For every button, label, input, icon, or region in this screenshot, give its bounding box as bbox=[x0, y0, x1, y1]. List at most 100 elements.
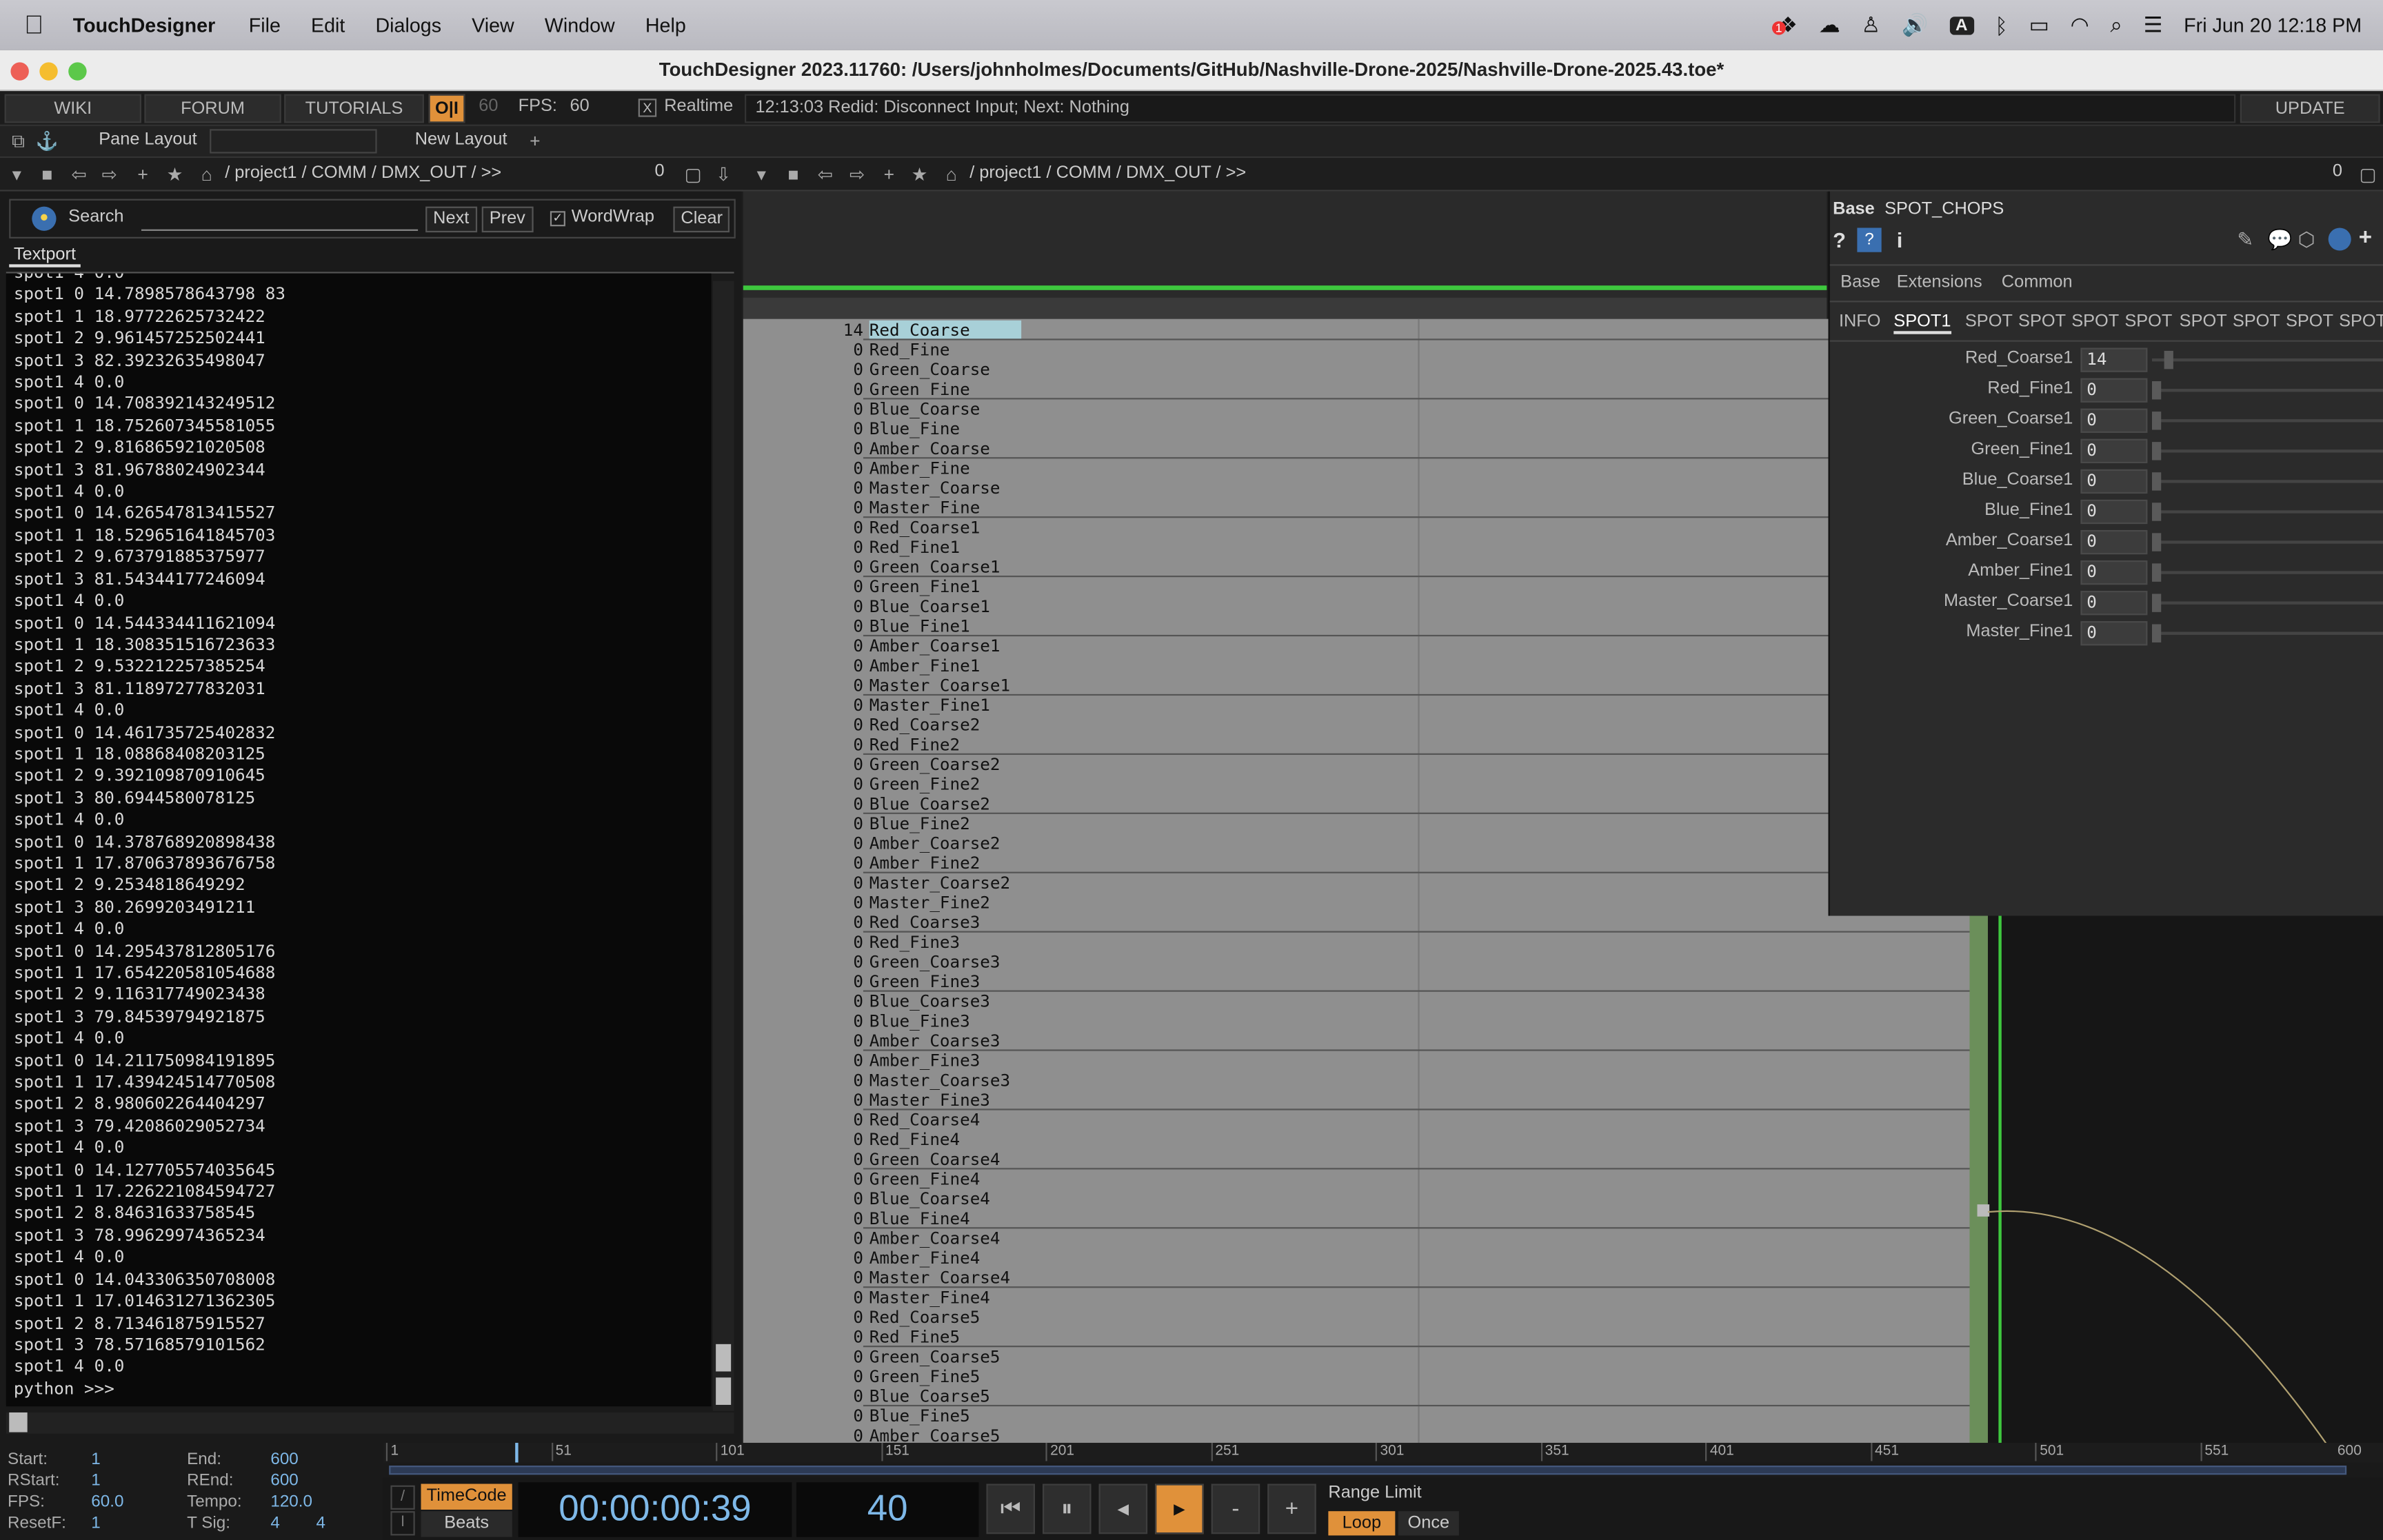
param-slider-knob[interactable] bbox=[2152, 533, 2162, 551]
pane-menu-icon[interactable]: ▾ bbox=[5, 163, 29, 187]
cloud-sync-icon[interactable]: ☁ bbox=[1819, 12, 1840, 38]
channel-row[interactable]: 0 Red_Coarse5 bbox=[743, 1308, 1970, 1328]
channel-row[interactable]: 0 Amber_Fine1 bbox=[743, 656, 1970, 676]
timecode-display[interactable]: 00:00:00:39 bbox=[518, 1482, 792, 1537]
channel-row[interactable]: 0 Green_Coarse1 bbox=[743, 558, 1970, 578]
pane-menu-icon-right[interactable]: ▾ bbox=[750, 163, 774, 187]
channel-row[interactable]: 0 Red_Coarse4 bbox=[743, 1108, 1970, 1130]
channel-row[interactable]: 0 Blue_Fine1 bbox=[743, 616, 1970, 636]
fps-value[interactable]: 60.0 bbox=[91, 1493, 123, 1511]
channel-row[interactable]: 0 Red_Coarse3 bbox=[743, 913, 1970, 933]
forum-button[interactable]: FORUM bbox=[144, 94, 281, 123]
tsig-value-a[interactable]: 4 bbox=[270, 1514, 280, 1532]
bookmark-star-icon[interactable]: ★ bbox=[163, 163, 187, 187]
wifi-icon[interactable]: ◠ bbox=[2071, 12, 2089, 38]
op-name[interactable]: SPOT_CHOPS bbox=[1884, 201, 2004, 219]
start-value[interactable]: 1 bbox=[91, 1450, 101, 1468]
range-bar[interactable] bbox=[389, 1466, 2347, 1475]
add-icon[interactable]: + bbox=[131, 163, 155, 187]
fps-cap[interactable]: 60 bbox=[479, 97, 498, 115]
forward-icon-right[interactable]: ⇨ bbox=[845, 163, 869, 187]
param-slider-knob[interactable] bbox=[2152, 412, 2162, 430]
channel-row[interactable]: 0 Amber_Coarse3 bbox=[743, 1031, 1970, 1051]
hscroll-left-arrow[interactable] bbox=[9, 1412, 28, 1432]
param-value-field[interactable]: 0 bbox=[2080, 499, 2148, 525]
channel-row[interactable]: 0 Blue_Fine4 bbox=[743, 1209, 1970, 1229]
frame-display[interactable]: 40 bbox=[796, 1482, 979, 1537]
menu-window[interactable]: Window bbox=[530, 14, 630, 37]
param-value-field[interactable]: 0 bbox=[2080, 591, 2148, 616]
param-slider[interactable] bbox=[2152, 480, 2383, 483]
accessibility-icon[interactable]: ♙ bbox=[1861, 12, 1880, 38]
param-slider[interactable] bbox=[2152, 540, 2383, 544]
perform-mode-toggle[interactable]: O|I bbox=[428, 94, 465, 123]
param-slider-knob[interactable] bbox=[2152, 594, 2162, 612]
param-value-field[interactable]: 0 bbox=[2080, 408, 2148, 433]
channel-row[interactable]: 0 Master_Coarse4 bbox=[743, 1268, 1970, 1288]
step-plus-button[interactable]: + bbox=[1267, 1483, 1316, 1534]
channel-row[interactable]: 0 Amber_Coarse1 bbox=[743, 634, 1970, 656]
clear-button[interactable]: Clear bbox=[673, 206, 731, 233]
minimize-window-button[interactable] bbox=[39, 62, 58, 81]
channel-row[interactable]: 0 Blue_Fine5 bbox=[743, 1404, 1970, 1426]
param-slider[interactable] bbox=[2152, 631, 2383, 635]
channel-row[interactable]: 0 Amber_Fine bbox=[743, 457, 1970, 478]
param-tab-spot[interactable]: SPOT bbox=[1965, 313, 2013, 331]
channel-row[interactable]: 14 Red_Coarse bbox=[743, 320, 1970, 341]
menu-file[interactable]: File bbox=[234, 14, 296, 37]
layout-presets[interactable] bbox=[210, 129, 377, 154]
channel-row[interactable]: 0 Green_Coarse5 bbox=[743, 1346, 1970, 1367]
channel-row[interactable]: 0 Blue_Coarse2 bbox=[743, 794, 1970, 814]
param-tab-info[interactable]: INFO bbox=[1839, 313, 1881, 331]
channel-row[interactable]: 0 Red_Coarse1 bbox=[743, 516, 1970, 538]
update-button[interactable]: UPDATE bbox=[2240, 94, 2380, 123]
tutorials-button[interactable]: TUTORIALS bbox=[284, 94, 424, 123]
layout-icon[interactable]: ⧉ bbox=[6, 129, 30, 153]
channel-row[interactable]: 0 Green_Coarse3 bbox=[743, 952, 1970, 972]
back-icon-right[interactable]: ⇦ bbox=[813, 163, 837, 187]
info-icon[interactable]: i bbox=[1897, 227, 1903, 252]
param-tab-spot[interactable]: SPOT bbox=[2180, 313, 2227, 331]
right-pane-path[interactable]: / project1 / COMM / DMX_OUT / >> bbox=[969, 164, 1246, 182]
param-value-field[interactable]: 0 bbox=[2080, 378, 2148, 403]
channel-row[interactable]: 0 Red_Fine4 bbox=[743, 1130, 1970, 1150]
app-menu[interactable]: TouchDesigner bbox=[64, 14, 234, 37]
home-icon[interactable]: ⌂ bbox=[194, 163, 219, 187]
channel-row[interactable]: 0 Amber_Coarse2 bbox=[743, 834, 1970, 854]
back-icon[interactable]: ⇦ bbox=[67, 163, 91, 187]
page-common[interactable]: Common bbox=[2002, 274, 2073, 292]
rend-value[interactable]: 600 bbox=[270, 1472, 298, 1490]
volume-icon[interactable]: 🔊 bbox=[1902, 12, 1928, 38]
textport-hscrollbar[interactable] bbox=[6, 1412, 734, 1434]
channel-row[interactable]: 0 Green_Fine bbox=[743, 380, 1970, 400]
split-icon[interactable]: ▢ bbox=[681, 163, 705, 187]
param-slider[interactable] bbox=[2152, 601, 2383, 605]
realtime-checkbox[interactable]: X bbox=[638, 99, 657, 117]
channel-row[interactable]: 0 Master_Coarse bbox=[743, 478, 1970, 498]
comment-icon[interactable]: 💬 bbox=[2268, 227, 2293, 252]
channel-row[interactable]: 0 Amber_Fine4 bbox=[743, 1248, 1970, 1268]
param-tab-spot[interactable]: SPOT bbox=[2233, 313, 2280, 331]
pause-button[interactable]: ⏸ bbox=[1043, 1483, 1092, 1534]
timecode-button[interactable]: TimeCode bbox=[421, 1483, 512, 1510]
menu-view[interactable]: View bbox=[456, 14, 530, 37]
add-param-icon[interactable]: + bbox=[2359, 225, 2372, 250]
end-value[interactable]: 600 bbox=[270, 1450, 298, 1468]
channel-row[interactable]: 0 Red_Fine5 bbox=[743, 1328, 1970, 1348]
param-slider-knob[interactable] bbox=[2152, 503, 2162, 521]
channel-row[interactable]: 0 Green_Coarse2 bbox=[743, 753, 1970, 775]
channel-row[interactable]: 0 Green_Fine3 bbox=[743, 972, 1970, 992]
param-tab-spot[interactable]: SPOT bbox=[2018, 313, 2066, 331]
tempo-value[interactable]: 120.0 bbox=[270, 1493, 312, 1511]
param-tab-spot[interactable]: SPOT bbox=[2339, 313, 2383, 331]
channel-row[interactable]: 0 Master_Fine3 bbox=[743, 1091, 1970, 1111]
channel-row[interactable]: 0 Blue_Fine3 bbox=[743, 1011, 1970, 1031]
scroll-down-arrow[interactable] bbox=[716, 1377, 732, 1405]
expand-icon[interactable]: ⬡ bbox=[2298, 227, 2315, 252]
download-icon[interactable]: ⇩ bbox=[712, 163, 736, 187]
textport-log[interactable]: spot1 4 0.0spot1 0 14.7898578643798 83sp… bbox=[6, 273, 712, 1407]
param-slider[interactable] bbox=[2152, 510, 2383, 514]
param-slider[interactable] bbox=[2152, 449, 2383, 453]
channel-row[interactable]: 0 Green_Coarse bbox=[743, 360, 1970, 380]
channel-row[interactable]: 0 Master_Coarse1 bbox=[743, 676, 1970, 696]
